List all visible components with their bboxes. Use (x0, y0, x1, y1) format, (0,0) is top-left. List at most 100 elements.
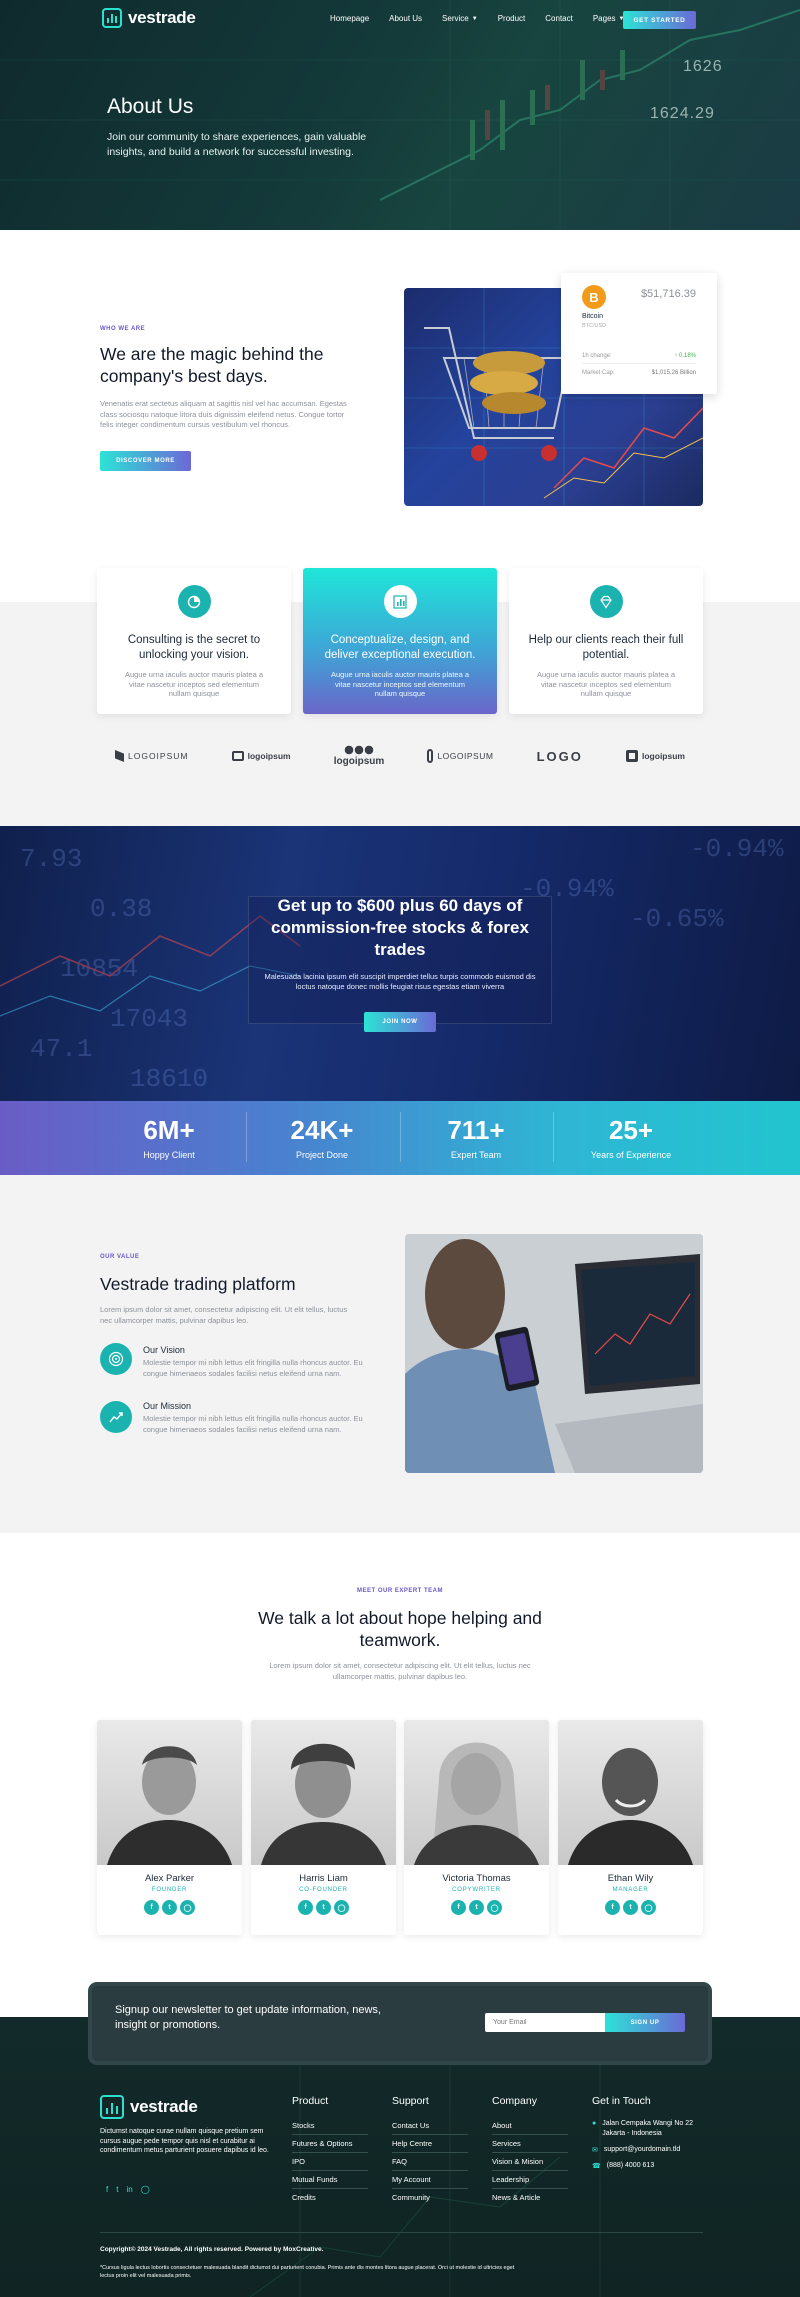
team-member-card: Harris Liam CO-FOUNDER f t ◯ (251, 1720, 396, 1935)
footer-link[interactable]: Stocks (292, 2117, 368, 2135)
member-socials: f t ◯ (251, 1900, 396, 1915)
nav-item-homepage[interactable]: Homepage (330, 14, 369, 23)
team-body: Lorem ipsum dolor sit amet, consectetur … (269, 1661, 531, 1681)
coin-pair: BTC/USD (582, 323, 607, 329)
join-now-button[interactable]: JOIN NOW (364, 1012, 436, 1032)
brand-logo-4: LOGOIPSUM (427, 749, 493, 763)
nav-item-product[interactable]: Product (498, 14, 526, 23)
member-role: FOUNDER (151, 1887, 188, 1893)
footer-link[interactable]: FAQ (392, 2153, 468, 2171)
logoipsum-icon (427, 749, 434, 763)
signup-button[interactable]: SIGN UP (605, 2013, 685, 2032)
logo-icon (102, 8, 122, 28)
twitter-icon[interactable]: t (316, 1900, 331, 1915)
get-started-button[interactable]: GET STARTED (623, 11, 696, 29)
contact-email[interactable]: support@yourdomain.tld (604, 2146, 680, 2154)
svg-text:0.38: 0.38 (90, 894, 152, 924)
footer-link[interactable]: Contact Us (392, 2117, 468, 2135)
facebook-icon[interactable]: f (298, 1900, 313, 1915)
hero: 1626 1624.29 vestrade Homepage About Us … (0, 0, 800, 230)
footer-link[interactable]: Services (492, 2135, 568, 2153)
footer-link[interactable]: Credits (292, 2189, 368, 2206)
footer-column-support: Support Contact Us Help Centre FAQ My Ac… (392, 2095, 468, 2206)
instagram-icon[interactable]: ◯ (641, 1900, 656, 1915)
newsletter-email-input[interactable] (485, 2013, 605, 2032)
brand-logo[interactable]: vestrade (102, 8, 196, 28)
mail-icon: ✉ (592, 2147, 598, 2154)
linkedin-icon[interactable]: in (126, 2185, 132, 2194)
logoipsum-icon (626, 750, 638, 762)
twitter-icon[interactable]: t (623, 1900, 638, 1915)
svg-text:-0.94%: -0.94% (690, 834, 784, 864)
member-role: CO-FOUNDER (299, 1887, 348, 1893)
stat-item: 711+ Expert Team (447, 1115, 505, 1160)
svg-text:17043: 17043 (110, 1004, 188, 1034)
service-desc: Augue urna iaculis auctor mauris platea … (331, 670, 469, 698)
member-role: COPYWRITER (452, 1887, 501, 1893)
brand-logo-5: LOGO (536, 748, 583, 764)
main-menu: Homepage About Us Service ▼ Product Conta… (330, 14, 624, 23)
twitter-icon[interactable]: t (162, 1900, 177, 1915)
member-name: Ethan Wily (607, 1873, 654, 1884)
footer-link[interactable]: Leadership (492, 2171, 568, 2189)
footer-link[interactable]: Vision & Mision (492, 2153, 568, 2171)
growth-chart-icon (100, 1401, 132, 1433)
contact-phone[interactable]: (888) 4000 613 (607, 2162, 654, 2170)
trader-photo (405, 1234, 703, 1473)
newsletter-box: Signup our newsletter to get update info… (92, 1986, 708, 2061)
member-socials: f t ◯ (404, 1900, 549, 1915)
facebook-icon[interactable]: f (106, 2185, 108, 2194)
facebook-icon[interactable]: f (451, 1900, 466, 1915)
who-body: Venenatis erat sectetus aliquam at sagit… (100, 399, 347, 429)
contact-title: Get in Touch (592, 2095, 651, 2107)
footer-link[interactable]: Mutual Funds (292, 2171, 368, 2189)
footer-link[interactable]: My Account (392, 2171, 468, 2189)
footer-link[interactable]: IPO (292, 2153, 368, 2171)
facebook-icon[interactable]: f (144, 1900, 159, 1915)
member-photo (558, 1720, 703, 1865)
vision-title: Our Vision (143, 1345, 185, 1355)
footer-link[interactable]: News & Article (492, 2189, 568, 2206)
twitter-icon[interactable]: t (116, 2185, 118, 2194)
nav-item-pages[interactable]: Pages ▼ (593, 14, 625, 23)
who-title: We are the magic behind the company's be… (100, 344, 324, 386)
service-card[interactable]: Conceptualize, design, and deliver excep… (303, 568, 497, 714)
service-card[interactable]: Help our clients reach their full potent… (509, 568, 703, 714)
nav-item-about[interactable]: About Us (389, 14, 422, 23)
service-desc: Augue urna iaculis auctor mauris platea … (537, 670, 675, 698)
footer-link[interactable]: Help Centre (392, 2135, 468, 2153)
footer-link[interactable]: Community (392, 2189, 468, 2206)
service-card[interactable]: Consulting is the secret to unlocking yo… (97, 568, 291, 714)
footer-link[interactable]: Futures & Options (292, 2135, 368, 2153)
phone-icon: ☎ (592, 2163, 601, 2170)
contact-address: Jalan Cempaka Wangi No 22 Jakarta - Indo… (602, 2120, 694, 2137)
footer-column-company: Company About Services Vision & Mision L… (492, 2095, 568, 2206)
value-title: Vestrade trading platform (100, 1274, 296, 1294)
nav-item-service[interactable]: Service ▼ (442, 14, 478, 23)
footer-about: Dictumst natoque curae nullam quisque pr… (100, 2128, 269, 2154)
disclaimer: *Cursus ligula lectus lobortis consectet… (100, 2265, 515, 2279)
service-title: Consulting is the secret to unlocking yo… (127, 634, 261, 661)
page: 1626 1624.29 vestrade Homepage About Us … (0, 0, 800, 2297)
service-desc: Augue urna iaculis auctor mauris platea … (125, 670, 263, 698)
member-name: Harris Liam (299, 1873, 348, 1884)
page-title: About Us (107, 95, 194, 118)
instagram-icon[interactable]: ◯ (334, 1900, 349, 1915)
instagram-icon[interactable]: ◯ (141, 2185, 150, 2194)
team-member-card: Ethan Wily MANAGER f t ◯ (558, 1720, 703, 1935)
footer-brand-name: vestrade (130, 2097, 198, 2116)
instagram-icon[interactable]: ◯ (487, 1900, 502, 1915)
footer-logo[interactable]: vestrade (100, 2095, 198, 2119)
nav-item-contact[interactable]: Contact (545, 14, 573, 23)
logoipsum-icon (344, 745, 375, 755)
discover-more-button[interactable]: DISCOVER MORE (100, 451, 191, 471)
instagram-icon[interactable]: ◯ (180, 1900, 195, 1915)
value-body: Lorem ipsum dolor sit amet, consectetur … (100, 1305, 348, 1325)
footer-link[interactable]: About (492, 2117, 568, 2135)
twitter-icon[interactable]: t (469, 1900, 484, 1915)
change-label: 1h change: (582, 353, 612, 359)
hero-chart-label: 1626 (683, 58, 723, 75)
vision-text: Molestie tempor mi nibh lettus elit frin… (143, 1358, 363, 1378)
facebook-icon[interactable]: f (605, 1900, 620, 1915)
market-cap-value: $1,015.26 Billion (651, 370, 696, 376)
